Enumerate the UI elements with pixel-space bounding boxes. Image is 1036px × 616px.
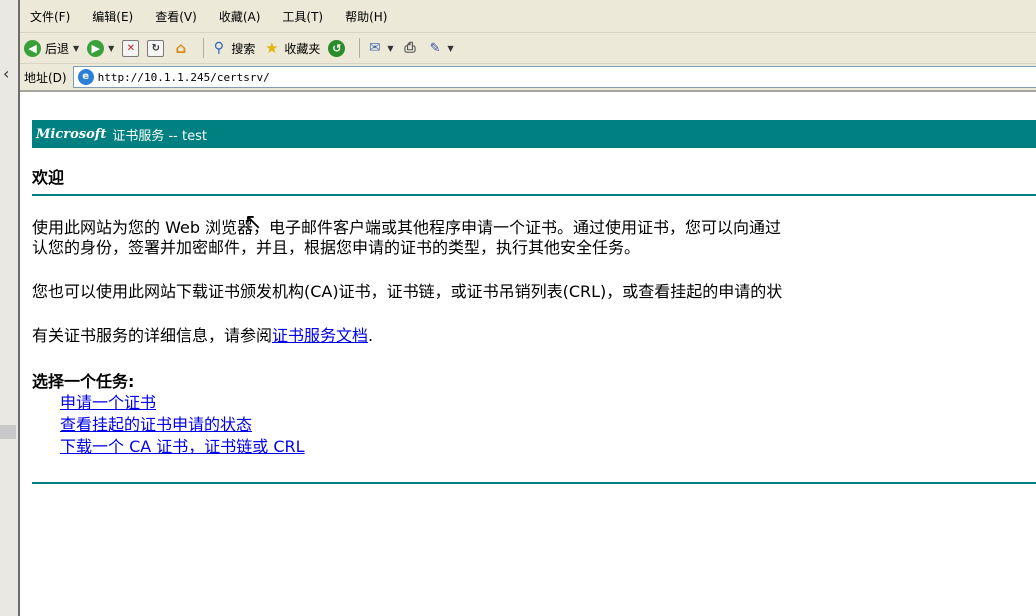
dropdown-icon: ▼ [387, 43, 394, 53]
star-icon: ★ [265, 38, 279, 57]
docs-suffix: . [368, 326, 374, 345]
intro-line-1: 使用此网站为您的 Web 浏览器，电子邮件客户端或其他程序申请一个证书。通过使用… [32, 218, 782, 237]
download-paragraph: 您也可以使用此网站下载证书颁发机构(CA)证书，证书链，或证书吊销列表(CRL)… [32, 282, 783, 301]
forward-button[interactable]: ▶ ▼ [87, 39, 115, 57]
forward-arrow-icon: ▶ [87, 39, 105, 57]
docs-prefix: 有关证书服务的详细信息，请参阅 [32, 326, 273, 345]
toolbar: ◀ 后退 ▼ ▶ ▼ ✕ ↻ ⌂ ⚲ 搜索 ★ 收藏夹 ↺ ✉ ▼ ⎙ ✎ ▼ [20, 33, 1036, 64]
history-button[interactable]: ↺ [328, 39, 346, 57]
address-url[interactable]: http://10.1.1.245/certsrv/ [98, 71, 270, 84]
home-button[interactable]: ⌂ [172, 38, 189, 57]
divider [32, 194, 1036, 196]
background-window-strip: ‹ [0, 0, 19, 616]
divider [32, 482, 1036, 484]
refresh-button[interactable]: ↻ [147, 39, 165, 57]
back-button[interactable]: ◀ 后退 ▼ [24, 39, 80, 57]
task-download-ca[interactable]: 下载一个 CA 证书，证书链或 CRL [60, 437, 305, 456]
banner-title: 证书服务 -- test [112, 128, 207, 144]
intro-paragraph: 使用此网站为您的 Web 浏览器，电子邮件客户端或其他程序申请一个证书。通过使用… [32, 218, 1036, 258]
menu-favorites[interactable]: 收藏(A) [219, 8, 261, 25]
search-icon: ⚲ [213, 39, 224, 56]
page-banner: Microsoft 证书服务 -- test [32, 120, 1036, 148]
toolbar-separator [203, 38, 205, 58]
favorites-button[interactable]: ★ 收藏夹 [263, 38, 321, 57]
browser-window: 文件(F) 编辑(E) 查看(V) 收藏(A) 工具(T) 帮助(H) ◀ 后退… [18, 0, 1036, 616]
menu-view[interactable]: 查看(V) [155, 8, 197, 25]
task-request-certificate[interactable]: 申请一个证书 [60, 393, 156, 412]
ie-page-icon: e [77, 69, 94, 85]
stop-icon: ✕ [122, 39, 140, 57]
page-heading: 欢迎 [32, 168, 65, 187]
intro-line-2: 认您的身份，签署并加密邮件，并且，根据您申请的证书的类型，执行其他安全任务。 [32, 238, 641, 257]
toolbar-separator [359, 38, 361, 58]
menu-bar: 文件(F) 编辑(E) 查看(V) 收藏(A) 工具(T) 帮助(H) [20, 0, 1036, 33]
menu-help[interactable]: 帮助(H) [345, 8, 387, 25]
edit-button[interactable]: ✎ ▼ [427, 40, 454, 57]
history-icon: ↺ [328, 39, 346, 57]
address-label: 地址(D) [24, 70, 67, 85]
docs-paragraph: 有关证书服务的详细信息，请参阅证书服务文档. [32, 326, 1036, 346]
search-button[interactable]: ⚲ 搜索 [210, 39, 256, 57]
menu-edit[interactable]: 编辑(E) [92, 8, 133, 25]
page-content: Microsoft 证书服务 -- test 欢迎 使用此网站为您的 Web 浏… [32, 120, 1036, 484]
print-button[interactable]: ⎙ [402, 40, 419, 57]
stop-button[interactable]: ✕ [122, 39, 140, 57]
docs-link[interactable]: 证书服务文档 [272, 326, 368, 345]
tasks-heading: 选择一个任务: [32, 372, 135, 391]
menu-file[interactable]: 文件(F) [30, 8, 70, 25]
menu-tools[interactable]: 工具(T) [282, 8, 323, 25]
favorites-label: 收藏夹 [284, 41, 321, 56]
mouse-cursor-icon: ↖ [244, 210, 263, 235]
mail-icon: ✉ [368, 39, 381, 56]
chevron-icon: ‹ [3, 64, 10, 83]
dropdown-icon: ▼ [73, 43, 80, 53]
task-view-pending[interactable]: 查看挂起的证书申请的状态 [60, 415, 252, 434]
back-arrow-icon: ◀ [24, 39, 41, 57]
banner-brand: Microsoft [36, 126, 107, 142]
mail-button[interactable]: ✉ ▼ [366, 39, 394, 57]
edit-document-icon: ✎ [429, 40, 441, 56]
address-input[interactable]: e http://10.1.1.245/certsrv/ [72, 66, 1036, 88]
background-block [0, 425, 16, 439]
refresh-icon: ↻ [147, 39, 165, 57]
dropdown-icon: ▼ [108, 43, 115, 53]
printer-icon: ⎙ [404, 39, 416, 56]
home-icon: ⌂ [175, 38, 187, 57]
address-bar: 地址(D) e http://10.1.1.245/certsrv/ [20, 64, 1036, 92]
dropdown-icon: ▼ [447, 43, 454, 53]
back-label: 后退 [45, 41, 70, 56]
search-label: 搜索 [231, 41, 256, 56]
